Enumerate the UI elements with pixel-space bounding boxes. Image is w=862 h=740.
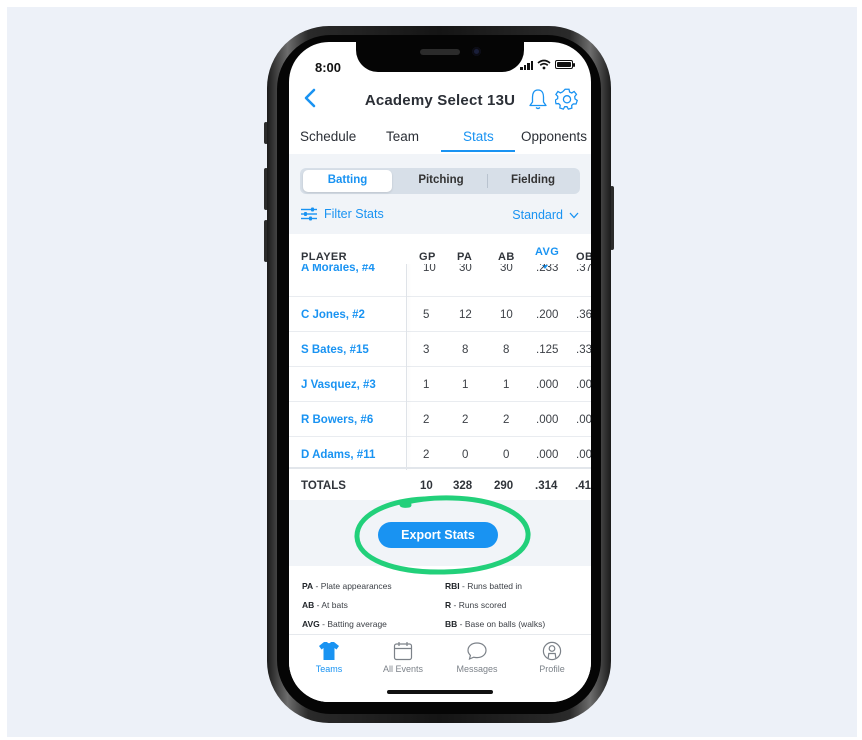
legend-item: RBI - Runs batted in — [445, 581, 523, 591]
phone-notch — [356, 40, 524, 72]
avg-value: .125 — [536, 344, 559, 356]
avg-value: .000 — [536, 414, 559, 426]
nav-profile-label: Profile — [539, 664, 565, 674]
table-row[interactable]: C Jones, #2 5 12 10 .200 .36 — [289, 296, 591, 331]
totals-pa: 328 — [453, 480, 473, 492]
legend-item: AB - At bats — [302, 600, 348, 610]
home-indicator — [387, 690, 493, 694]
player-name[interactable]: S Bates, #15 — [301, 344, 369, 356]
ob-value: .00 — [576, 449, 591, 461]
filter-stats-button[interactable]: Filter Stats — [300, 207, 384, 221]
segment-divider — [487, 174, 488, 188]
column-header-pa-overlay: PA — [457, 251, 473, 263]
totals-label: TOTALS — [301, 480, 346, 492]
nav-all-events[interactable]: All Events — [373, 641, 433, 674]
ob-value: .00 — [576, 379, 591, 391]
sliders-icon — [301, 207, 317, 221]
status-time: 8:00 — [315, 60, 342, 75]
tab-stats[interactable]: Stats — [463, 129, 494, 144]
column-header-ob-overlay: OB — [576, 251, 591, 263]
avg-value: .000 — [536, 449, 559, 461]
gp-value: 2 — [423, 449, 430, 461]
jersey-icon — [319, 642, 339, 660]
battery-icon — [555, 60, 575, 69]
notification-bell-icon[interactable] — [527, 87, 549, 111]
phone-screen: 8:00 Academy Select 13U Schedule Team St… — [289, 42, 591, 702]
gp-value: 3 — [423, 344, 430, 356]
signal-icon — [520, 60, 533, 70]
pa-value: 8 — [462, 344, 469, 356]
totals-divider — [289, 467, 591, 469]
legend-item: PA - Plate appearances — [302, 581, 392, 591]
earpiece-speaker — [420, 49, 460, 55]
pa-value: 0 — [462, 449, 469, 461]
column-header-ab-overlay: AB — [498, 251, 515, 263]
ab-value: 10 — [500, 309, 513, 321]
chat-bubble-icon — [467, 642, 487, 661]
column-header-player-overlay: PLAYER — [301, 251, 348, 263]
active-tab-indicator — [441, 150, 515, 152]
wifi-icon — [537, 59, 551, 70]
view-type-dropdown[interactable]: Standard — [512, 208, 579, 222]
tab-schedule[interactable]: Schedule — [300, 129, 356, 144]
player-name[interactable]: C Jones, #2 — [301, 309, 365, 321]
segment-batting[interactable]: Batting — [303, 174, 392, 186]
chevron-down-icon — [569, 212, 579, 218]
column-header-gp-overlay: GP — [419, 251, 436, 263]
ab-value: 0 — [503, 449, 510, 461]
settings-gear-icon[interactable] — [555, 87, 579, 111]
ab-value: 2 — [503, 414, 510, 426]
gp-value: 5 — [423, 309, 430, 321]
profile-icon — [542, 641, 562, 661]
ab-value: 8 — [503, 344, 510, 356]
ob-value: .33 — [576, 344, 591, 356]
nav-teams-label: Teams — [315, 664, 343, 674]
table-row[interactable]: R Bowers, #6 2 2 2 .000 .00 — [289, 401, 591, 436]
ob-value: .00 — [576, 414, 591, 426]
tab-opponents[interactable]: Opponents — [521, 129, 587, 144]
batting-stats-table: PLAYER GP PA AB AVG OB A Morales, #4 10 … — [289, 234, 591, 500]
totals-ab: 290 — [494, 480, 514, 492]
totals-gp: 10 — [420, 480, 433, 492]
totals-ob: .41 — [575, 480, 591, 492]
segment-pitching[interactable]: Pitching — [397, 174, 485, 186]
ab-value: 1 — [503, 379, 510, 391]
gp-value: 1 — [423, 379, 430, 391]
filter-stats-label: Filter Stats — [324, 207, 384, 221]
player-name[interactable]: J Vasquez, #3 — [301, 379, 376, 391]
frozen-column-divider — [406, 234, 407, 470]
front-camera — [472, 47, 481, 56]
section-tabs: Schedule Team Stats Opponents — [289, 126, 591, 154]
status-icons — [520, 59, 575, 70]
nav-teams[interactable]: Teams — [299, 641, 359, 674]
player-name[interactable]: D Adams, #11 — [301, 449, 375, 461]
gp-value: 2 — [423, 414, 430, 426]
legend-item: BB - Base on balls (walks) — [445, 619, 546, 629]
legend-item: AVG - Batting average — [302, 619, 387, 629]
nav-messages[interactable]: Messages — [447, 641, 507, 674]
segment-fielding[interactable]: Fielding — [489, 174, 577, 186]
column-header-avg-overlay: AVG — [535, 246, 560, 258]
pa-value: 1 — [462, 379, 469, 391]
totals-avg: .314 — [535, 480, 558, 492]
nav-messages-label: Messages — [456, 664, 498, 674]
ob-value: .36 — [576, 309, 591, 321]
highlight-circle-annotation — [354, 495, 531, 575]
pa-value: 2 — [462, 414, 469, 426]
table-row[interactable]: S Bates, #15 3 8 8 .125 .33 — [289, 331, 591, 366]
tab-team[interactable]: Team — [386, 129, 419, 144]
table-row[interactable]: J Vasquez, #3 1 1 1 .000 .00 — [289, 366, 591, 401]
player-name[interactable]: R Bowers, #6 — [301, 414, 373, 426]
avg-value: .200 — [536, 309, 559, 321]
nav-all-events-label: All Events — [382, 664, 424, 674]
calendar-icon — [393, 642, 413, 661]
legend-item: R - Runs scored — [445, 600, 507, 610]
pa-value: 12 — [459, 309, 472, 321]
nav-profile[interactable]: Profile — [522, 641, 582, 674]
avg-value: .000 — [536, 379, 559, 391]
view-type-label: Standard — [512, 208, 563, 222]
table-row[interactable]: D Adams, #11 2 0 0 .000 .00 — [289, 436, 591, 471]
header-row-background: PLAYER GP PA AB AVG OB — [289, 234, 591, 264]
